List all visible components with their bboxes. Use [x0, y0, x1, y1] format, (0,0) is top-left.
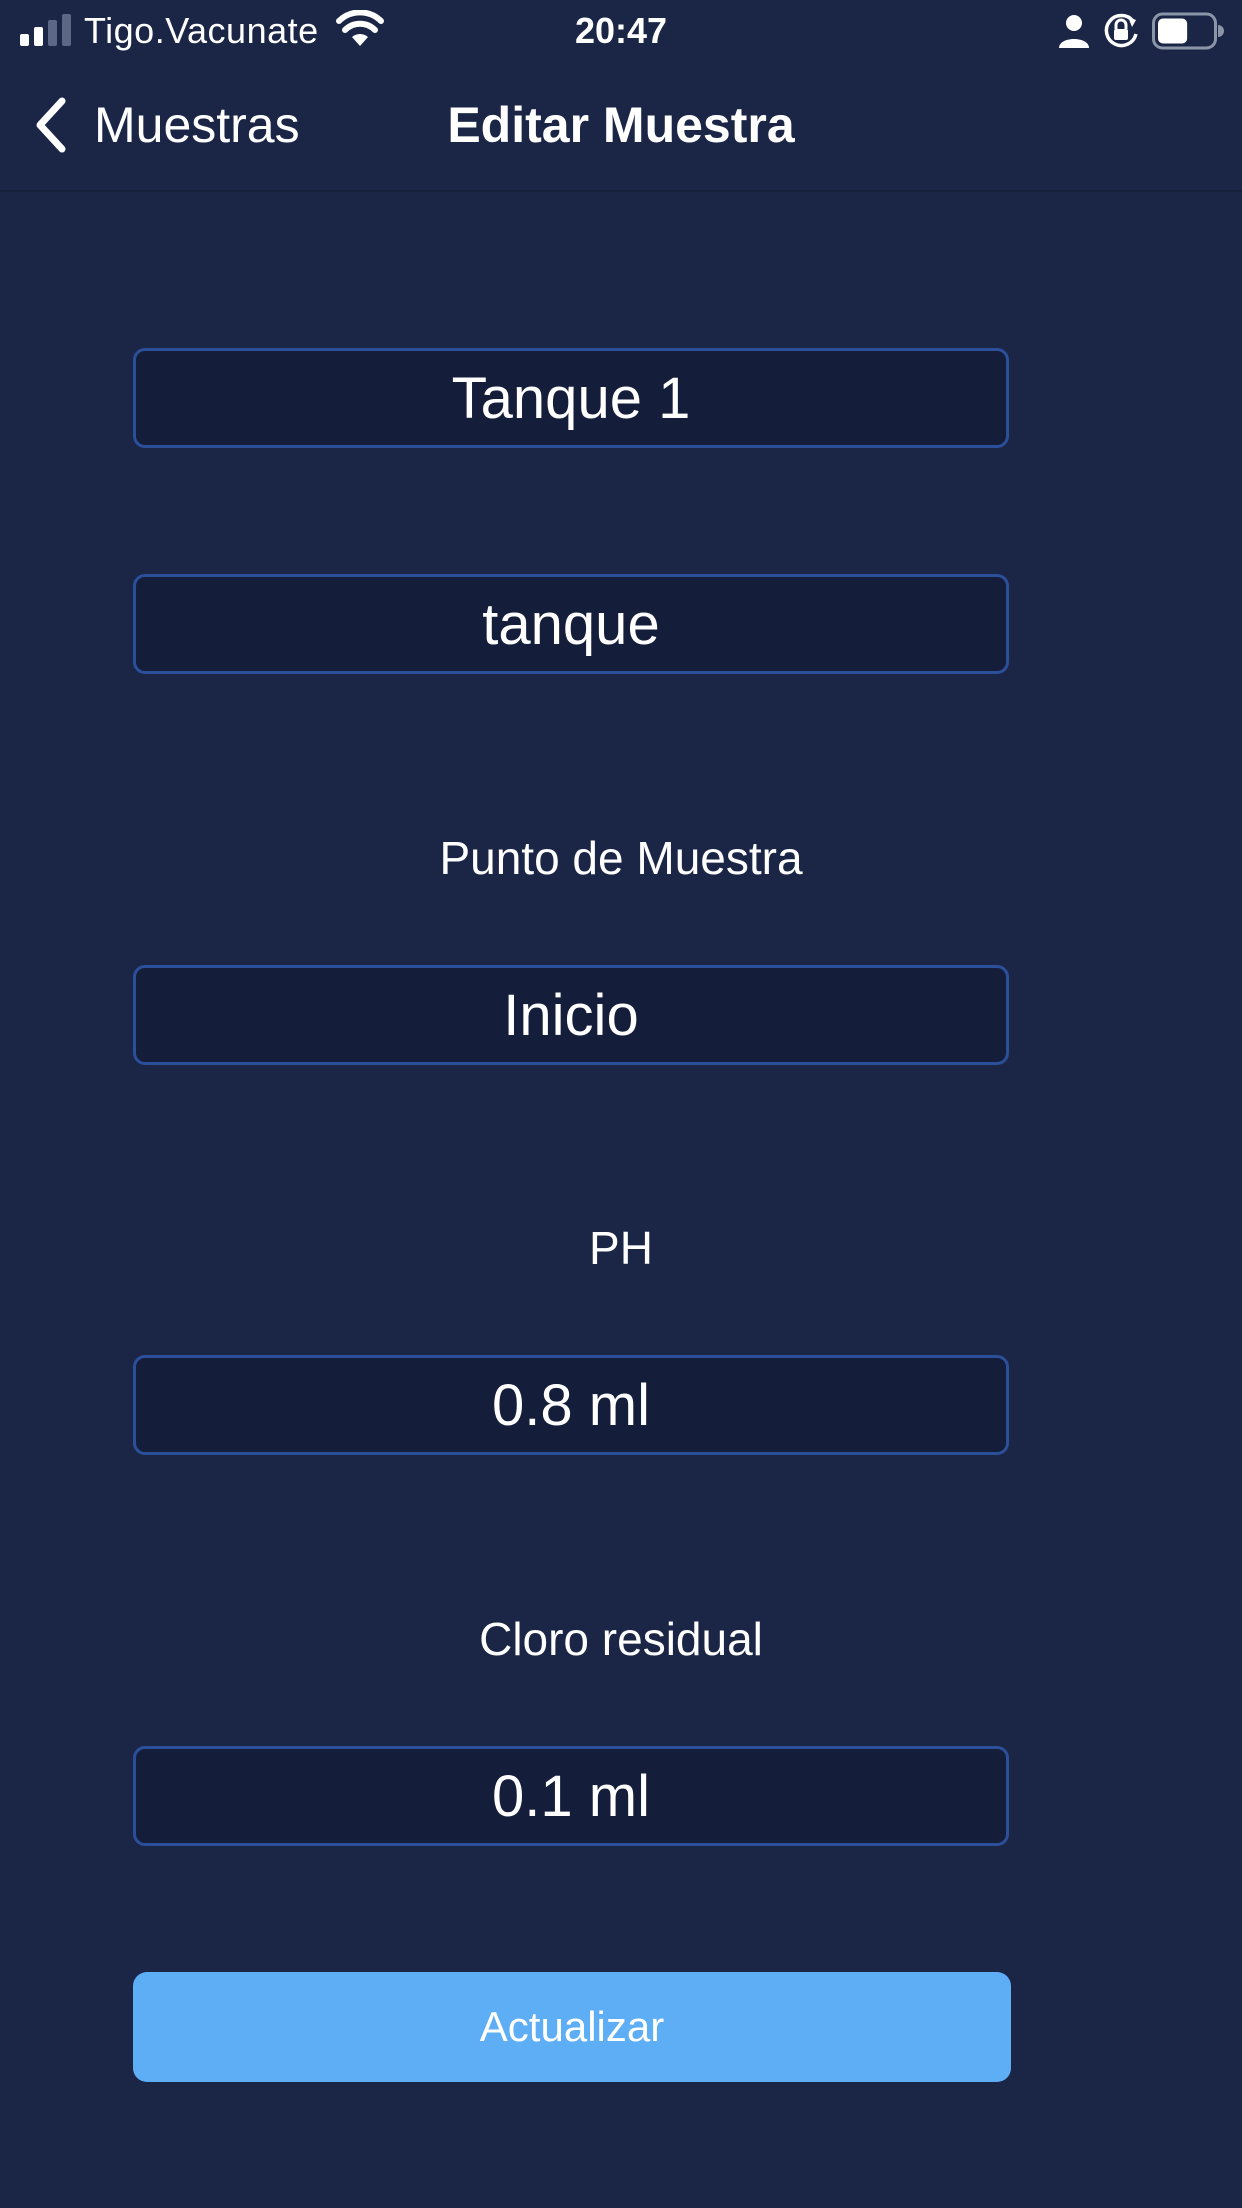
battery-icon	[1152, 12, 1224, 50]
update-button[interactable]: Actualizar	[133, 1972, 1011, 2082]
rotation-lock-icon	[1104, 13, 1138, 48]
navigation-bar: Muestras Editar Muestra	[0, 62, 1242, 192]
sample-point-input[interactable]	[133, 965, 1009, 1065]
sample-point-label: Punto de Muestra	[439, 832, 803, 884]
status-bar: Tigo.Vacunate 20:47	[0, 0, 1242, 62]
sample-type-input[interactable]	[133, 574, 1009, 674]
chevron-left-icon	[36, 97, 66, 153]
chlorine-input[interactable]	[133, 1746, 1009, 1846]
ph-input[interactable]	[133, 1355, 1009, 1455]
back-label: Muestras	[94, 97, 300, 153]
edit-sample-screen: Tigo.Vacunate 20:47 Muestras Editar Mues…	[0, 0, 1242, 2208]
person-icon	[1059, 15, 1089, 48]
ph-label: PH	[589, 1222, 653, 1274]
chlorine-label: Cloro residual	[479, 1613, 763, 1665]
sample-name-input[interactable]	[133, 348, 1009, 448]
back-button[interactable]: Muestras	[30, 92, 300, 158]
clock: 20:47	[574, 10, 668, 51]
